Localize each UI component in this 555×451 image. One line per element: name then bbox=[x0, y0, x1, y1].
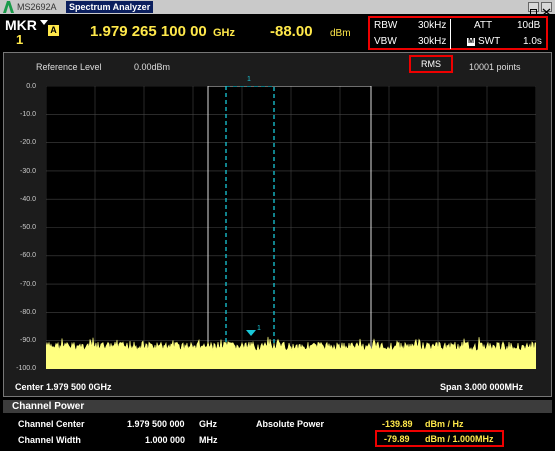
y-tick-label: -10.0 bbox=[20, 111, 36, 118]
marker-frequency-unit: GHz bbox=[213, 27, 235, 39]
channel-center-value[interactable]: 1.979 500 000 bbox=[127, 419, 185, 429]
rbw-value[interactable]: 30kHz bbox=[418, 20, 446, 31]
reference-level-label: Reference Level bbox=[36, 62, 102, 72]
marker-number: 1 bbox=[16, 32, 24, 47]
channel-center-unit: GHz bbox=[199, 419, 217, 429]
close-window-icon[interactable] bbox=[541, 2, 552, 16]
y-tick-label: -40.0 bbox=[20, 196, 36, 203]
att-value[interactable]: 10dB bbox=[517, 20, 540, 31]
y-tick-label: -20.0 bbox=[20, 139, 36, 146]
channel-width-value[interactable]: 1.000 000 bbox=[145, 435, 185, 445]
y-axis: 0.0 -10.0 -20.0 -30.0 -40.0 -50.0 -60.0 … bbox=[0, 83, 40, 372]
y-tick-label: -70.0 bbox=[20, 281, 36, 288]
marker-triangle-icon bbox=[246, 330, 256, 336]
y-tick-label: -80.0 bbox=[20, 309, 36, 316]
reference-level-value[interactable]: 0.00dBm bbox=[134, 62, 170, 72]
marker-mode-badge: A bbox=[48, 25, 59, 36]
channel-power-header bbox=[3, 400, 552, 413]
vbw-value[interactable]: 30kHz bbox=[418, 36, 446, 47]
channel-power-unit: dBm / 1.000MHz bbox=[425, 434, 494, 444]
marker-frequency: 1.979 265 100 00 bbox=[90, 23, 207, 40]
detector-mode[interactable]: RMS bbox=[409, 55, 453, 73]
y-tick-label: -100.0 bbox=[16, 365, 36, 372]
plot-grid bbox=[46, 86, 536, 369]
center-frequency[interactable]: Center 1.979 500 0GHz bbox=[15, 382, 112, 392]
vbw-label: VBW bbox=[374, 36, 397, 47]
swt-value[interactable]: 1.0s bbox=[523, 36, 542, 47]
y-tick-label: -60.0 bbox=[20, 252, 36, 259]
y-tick-label: -50.0 bbox=[20, 224, 36, 231]
marker-level: -88.00 bbox=[270, 23, 313, 40]
channel-center-label: Channel Center bbox=[18, 419, 85, 429]
power-density-unit: dBm / Hz bbox=[425, 419, 464, 429]
y-tick-label: -30.0 bbox=[20, 168, 36, 175]
anritsu-logo-icon bbox=[3, 1, 14, 13]
y-tick-label: -90.0 bbox=[20, 337, 36, 344]
channel-width-label: Channel Width bbox=[18, 435, 81, 445]
marker-zone-id: 1 bbox=[247, 76, 251, 83]
span-frequency[interactable]: Span 3.000 000MHz bbox=[440, 382, 523, 392]
marker-id-label: 1 bbox=[257, 325, 261, 332]
window-title: Spectrum Analyzer bbox=[66, 1, 153, 13]
absolute-power-label: Absolute Power bbox=[256, 419, 325, 429]
y-tick-label: 0.0 bbox=[26, 83, 36, 90]
channel-power-title: Channel Power bbox=[12, 401, 85, 412]
swt-label: SWT bbox=[478, 36, 501, 47]
spectrum-plot[interactable]: 1 1 bbox=[46, 86, 536, 369]
window-model: MS2692A bbox=[17, 2, 57, 12]
marker-dropdown-icon[interactable] bbox=[40, 20, 48, 26]
channel-width-unit: MHz bbox=[199, 435, 218, 445]
marker-label[interactable]: MKR bbox=[5, 18, 37, 32]
att-label: ATT bbox=[474, 20, 493, 31]
swt-mode-badge: M bbox=[467, 38, 475, 46]
rbw-label: RBW bbox=[374, 20, 398, 31]
trace-points: 10001 points bbox=[469, 62, 521, 72]
power-density-value: -139.89 bbox=[382, 419, 413, 429]
marker-level-unit: dBm bbox=[330, 28, 351, 39]
channel-power-value: -79.89 bbox=[384, 434, 410, 444]
restore-window-icon[interactable] bbox=[528, 2, 539, 15]
